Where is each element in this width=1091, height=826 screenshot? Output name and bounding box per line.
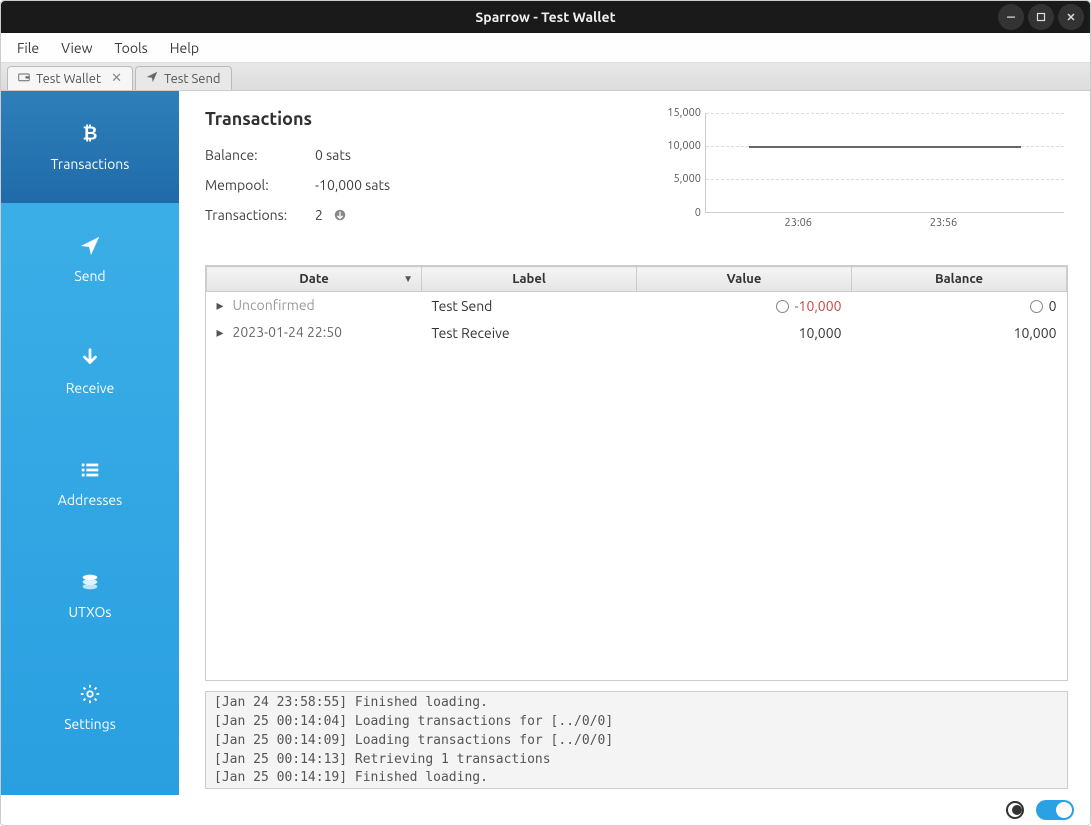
- tab-test-send[interactable]: Test Send: [135, 66, 232, 90]
- cell-date: Unconfirmed: [233, 297, 315, 313]
- theme-toggle-icon[interactable]: [1006, 801, 1024, 819]
- statusbar: [1, 795, 1090, 825]
- window-title: Sparrow - Test Wallet: [475, 9, 615, 25]
- svg-text:₿: ₿: [83, 123, 98, 143]
- sidebar-item-settings[interactable]: Settings: [1, 651, 179, 763]
- expand-icon[interactable]: ▸: [217, 297, 227, 314]
- balance-chart: 15,000 10,000 5,000 0 23:06 23:56: [653, 109, 1068, 239]
- log-line: [Jan 24 23:58:55] Finished loading.: [214, 695, 488, 710]
- titlebar: Sparrow - Test Wallet: [1, 1, 1090, 33]
- unconfirmed-ring-icon: [776, 300, 789, 313]
- document-tab-strip: Test Wallet ✕ Test Send: [1, 63, 1090, 91]
- tab-label: Test Wallet: [36, 72, 101, 86]
- coins-icon: [79, 571, 101, 596]
- table-row[interactable]: ▸ 2023-01-24 22:50 Test Receive 10,000 10…: [207, 319, 1067, 346]
- sidebar-item-utxos[interactable]: UTXOs: [1, 539, 179, 651]
- log-console[interactable]: [Jan 24 23:58:55] Finished loading. [Jan…: [205, 691, 1068, 789]
- sidebar-item-label: Addresses: [58, 492, 122, 508]
- sidebar-item-label: Settings: [64, 716, 116, 732]
- menubar: File View Tools Help: [1, 33, 1090, 63]
- connection-toggle[interactable]: [1036, 800, 1074, 820]
- sidebar: ₿ Transactions Send Receive Ad: [1, 91, 179, 795]
- wallet-icon: [18, 71, 30, 86]
- cell-label: Test Receive: [432, 325, 510, 341]
- chart-series-line: [749, 146, 1021, 148]
- log-line: [Jan 25 00:14:09] Loading transactions f…: [214, 733, 613, 748]
- transactions-value: 2: [315, 207, 323, 223]
- list-icon: [79, 459, 101, 484]
- sidebar-item-label: Transactions: [51, 156, 130, 172]
- chart-ytick: 10,000: [657, 140, 701, 152]
- cell-date: 2023-01-24 22:50: [233, 324, 343, 340]
- close-button[interactable]: [1058, 4, 1084, 30]
- transactions-table: Date▼ Label Value Balance ▸ Unconfirmed T…: [205, 265, 1068, 681]
- sidebar-item-send[interactable]: Send: [1, 203, 179, 315]
- col-date[interactable]: Date▼: [207, 267, 422, 292]
- log-line: [Jan 25 00:14:04] Loading transactions f…: [214, 714, 613, 729]
- gear-icon: [79, 683, 101, 708]
- receive-icon: [79, 347, 101, 372]
- tab-label: Test Send: [164, 72, 221, 86]
- balance-label: Balance:: [205, 147, 315, 163]
- page-title: Transactions: [205, 109, 625, 129]
- expand-icon[interactable]: ▸: [217, 324, 227, 341]
- minimize-button[interactable]: [998, 4, 1024, 30]
- sort-desc-icon: ▼: [403, 273, 413, 285]
- menu-view[interactable]: View: [61, 40, 92, 56]
- cell-value: -10,000: [795, 298, 842, 314]
- chart-xtick: 23:56: [930, 217, 958, 229]
- refresh-icon[interactable]: [333, 208, 347, 222]
- mempool-label: Mempool:: [205, 177, 315, 193]
- menu-tools[interactable]: Tools: [115, 40, 148, 56]
- sidebar-item-label: Receive: [66, 380, 115, 396]
- cell-label: Test Send: [432, 298, 493, 314]
- chart-xtick: 23:06: [784, 217, 812, 229]
- log-line: [Jan 25 00:14:19] Finished loading.: [214, 770, 488, 785]
- table-row[interactable]: ▸ Unconfirmed Test Send -10,000 0: [207, 292, 1067, 320]
- sidebar-item-label: UTXOs: [69, 604, 112, 620]
- menu-help[interactable]: Help: [170, 40, 199, 56]
- cell-value: 10,000: [799, 325, 842, 341]
- chart-ytick: 5,000: [657, 173, 701, 185]
- menu-file[interactable]: File: [17, 40, 39, 56]
- send-icon: [146, 71, 158, 86]
- close-tab-icon[interactable]: ✕: [111, 71, 122, 86]
- unconfirmed-ring-icon: [1030, 300, 1043, 313]
- tab-test-wallet[interactable]: Test Wallet ✕: [7, 66, 133, 90]
- transactions-label: Transactions:: [205, 207, 315, 223]
- chart-ytick: 0: [657, 207, 701, 219]
- col-label[interactable]: Label: [422, 267, 637, 292]
- mempool-value: -10,000 sats: [315, 177, 390, 193]
- chart-ytick: 15,000: [657, 107, 701, 119]
- log-line: [Jan 25 00:14:13] Retrieving 1 transacti…: [214, 752, 551, 767]
- balance-value: 0 sats: [315, 147, 351, 163]
- sidebar-item-addresses[interactable]: Addresses: [1, 427, 179, 539]
- sidebar-item-label: Send: [74, 268, 105, 284]
- cell-balance: 0: [1049, 298, 1057, 314]
- col-balance[interactable]: Balance: [852, 267, 1067, 292]
- sidebar-item-transactions[interactable]: ₿ Transactions: [1, 91, 179, 203]
- bitcoin-icon: ₿: [79, 123, 101, 148]
- cell-balance: 10,000: [1014, 325, 1057, 341]
- maximize-button[interactable]: [1028, 4, 1054, 30]
- col-value[interactable]: Value: [637, 267, 852, 292]
- send-icon: [79, 235, 101, 260]
- sidebar-item-receive[interactable]: Receive: [1, 315, 179, 427]
